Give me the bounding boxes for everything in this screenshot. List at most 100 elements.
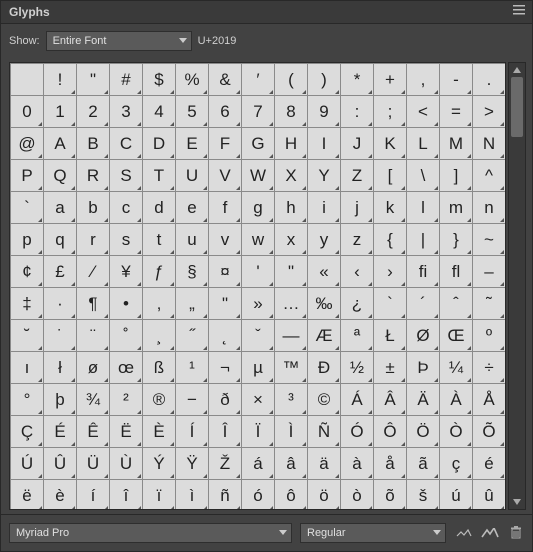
glyph-cell[interactable]: # xyxy=(110,64,143,96)
glyph-cell[interactable]: E xyxy=(176,128,209,160)
glyph-cell[interactable]: Þ xyxy=(407,352,440,384)
font-family-dropdown[interactable]: Myriad Pro xyxy=(9,523,292,543)
glyph-cell[interactable]: Ê xyxy=(77,416,110,448)
glyph-cell[interactable]: " xyxy=(275,256,308,288)
glyph-cell[interactable]: û xyxy=(473,480,506,511)
glyph-cell[interactable]: Ž xyxy=(209,448,242,480)
glyph-cell[interactable]: ì xyxy=(176,480,209,511)
glyph-cell[interactable]: W xyxy=(242,160,275,192)
zoom-in-button[interactable] xyxy=(480,526,500,540)
glyph-cell[interactable]: j xyxy=(341,192,374,224)
glyph-cell[interactable]: H xyxy=(275,128,308,160)
glyph-cell[interactable]: F xyxy=(209,128,242,160)
glyph-cell[interactable]: ë xyxy=(11,480,44,511)
glyph-cell[interactable]: 0 xyxy=(11,96,44,128)
glyph-cell[interactable]: N xyxy=(473,128,506,160)
glyph-cell[interactable]: ¥ xyxy=(110,256,143,288)
glyph-cell[interactable]: t xyxy=(143,224,176,256)
glyph-cell[interactable]: ¢ xyxy=(11,256,44,288)
glyph-cell[interactable]: P xyxy=(11,160,44,192)
glyph-cell[interactable]: a xyxy=(44,192,77,224)
glyph-cell[interactable]: Ô xyxy=(374,416,407,448)
glyph-cell[interactable]: ˛ xyxy=(209,320,242,352)
glyph-cell[interactable]: ` xyxy=(374,288,407,320)
glyph-cell[interactable]: l xyxy=(407,192,440,224)
glyph-cell[interactable]: Ú xyxy=(11,448,44,480)
glyph-cell[interactable]: [ xyxy=(374,160,407,192)
glyph-cell[interactable]: ′ xyxy=(242,64,275,96)
glyph-cell[interactable]: R xyxy=(77,160,110,192)
glyph-cell[interactable]: J xyxy=(341,128,374,160)
glyph-cell[interactable]: – xyxy=(473,256,506,288)
glyph-cell[interactable]: î xyxy=(110,480,143,511)
glyph-cell[interactable]: Ò xyxy=(440,416,473,448)
glyph-cell[interactable]: Ç xyxy=(11,416,44,448)
glyph-cell[interactable]: ½ xyxy=(341,352,374,384)
glyph-cell[interactable]: C xyxy=(110,128,143,160)
glyph-cell[interactable]: m xyxy=(440,192,473,224)
glyph-cell[interactable]: ß xyxy=(143,352,176,384)
glyph-cell[interactable]: * xyxy=(341,64,374,96)
glyph-cell[interactable]: ¨ xyxy=(77,320,110,352)
glyph-cell[interactable]: ¶ xyxy=(77,288,110,320)
glyph-cell[interactable]: Š xyxy=(506,416,507,448)
glyph-cell[interactable]: à xyxy=(341,448,374,480)
glyph-cell[interactable]: X xyxy=(275,160,308,192)
glyph-cell[interactable]: = xyxy=(440,96,473,128)
glyph-cell[interactable]: h xyxy=(275,192,308,224)
glyph-cell[interactable]: þ xyxy=(44,384,77,416)
glyph-cell[interactable]: O xyxy=(506,128,507,160)
glyph-cell[interactable]: ® xyxy=(143,384,176,416)
glyph-cell[interactable]: + xyxy=(374,64,407,96)
glyph-cell[interactable]: ˙ xyxy=(44,320,77,352)
vertical-scrollbar[interactable] xyxy=(508,62,526,510)
glyph-cell[interactable]: ‡ xyxy=(11,288,44,320)
glyph-cell[interactable]: 9 xyxy=(308,96,341,128)
glyph-cell[interactable]: È xyxy=(143,416,176,448)
glyph-cell[interactable]: % xyxy=(176,64,209,96)
glyph-cell[interactable]: p xyxy=(11,224,44,256)
glyph-cell[interactable]: Î xyxy=(209,416,242,448)
glyph-cell[interactable]: ¿ xyxy=(341,288,374,320)
zoom-out-button[interactable] xyxy=(454,526,474,540)
glyph-cell[interactable]: ( xyxy=(275,64,308,96)
glyph-cell[interactable]: ‹ xyxy=(341,256,374,288)
glyph-cell[interactable]: z xyxy=(341,224,374,256)
glyph-cell[interactable]: 3 xyxy=(110,96,143,128)
glyph-cell[interactable]: â xyxy=(275,448,308,480)
glyph-cell[interactable]: 4 xyxy=(143,96,176,128)
glyph-cell[interactable]: d xyxy=(143,192,176,224)
glyph-cell[interactable]: ¯ xyxy=(506,288,507,320)
glyph-cell[interactable]: ³ xyxy=(275,384,308,416)
glyph-cell[interactable]: " xyxy=(209,288,242,320)
glyph-cell[interactable]: ˇ xyxy=(242,320,275,352)
glyph-cell[interactable]: Ł xyxy=(374,320,407,352)
glyph-cell[interactable]: ã xyxy=(407,448,440,480)
glyph-cell[interactable]: s xyxy=(110,224,143,256)
glyph-cell[interactable]: ﬁ xyxy=(407,256,440,288)
glyph-cell[interactable]: S xyxy=(110,160,143,192)
glyph-cell[interactable]: T xyxy=(143,160,176,192)
glyph-cell[interactable]: 6 xyxy=(209,96,242,128)
glyph-cell[interactable]: Q xyxy=(44,160,77,192)
glyph-cell[interactable]: µ xyxy=(242,352,275,384)
glyph-cell[interactable]: Z xyxy=(341,160,374,192)
glyph-cell[interactable]: ü xyxy=(506,480,507,511)
glyph-cell[interactable]: ¹ xyxy=(176,352,209,384)
glyph-cell[interactable]: © xyxy=(308,384,341,416)
glyph-cell[interactable]: Ì xyxy=(275,416,308,448)
glyph-cell[interactable]: · xyxy=(44,288,77,320)
glyph-cell[interactable]: ñ xyxy=(209,480,242,511)
glyph-cell[interactable]: { xyxy=(374,224,407,256)
glyph-cell[interactable]: i xyxy=(308,192,341,224)
glyph-cell[interactable]: Ó xyxy=(341,416,374,448)
glyph-cell[interactable]: ± xyxy=(374,352,407,384)
glyph-cell[interactable]: ç xyxy=(440,448,473,480)
glyph-cell[interactable]: 7 xyxy=(242,96,275,128)
glyph-cell[interactable]: e xyxy=(176,192,209,224)
glyph-cell[interactable]: ¡ xyxy=(506,224,507,256)
glyph-cell[interactable]: $ xyxy=(143,64,176,96)
glyph-cell[interactable]: b xyxy=(77,192,110,224)
glyph-cell[interactable]: & xyxy=(209,64,242,96)
glyph-cell[interactable]: ¦ xyxy=(506,352,507,384)
